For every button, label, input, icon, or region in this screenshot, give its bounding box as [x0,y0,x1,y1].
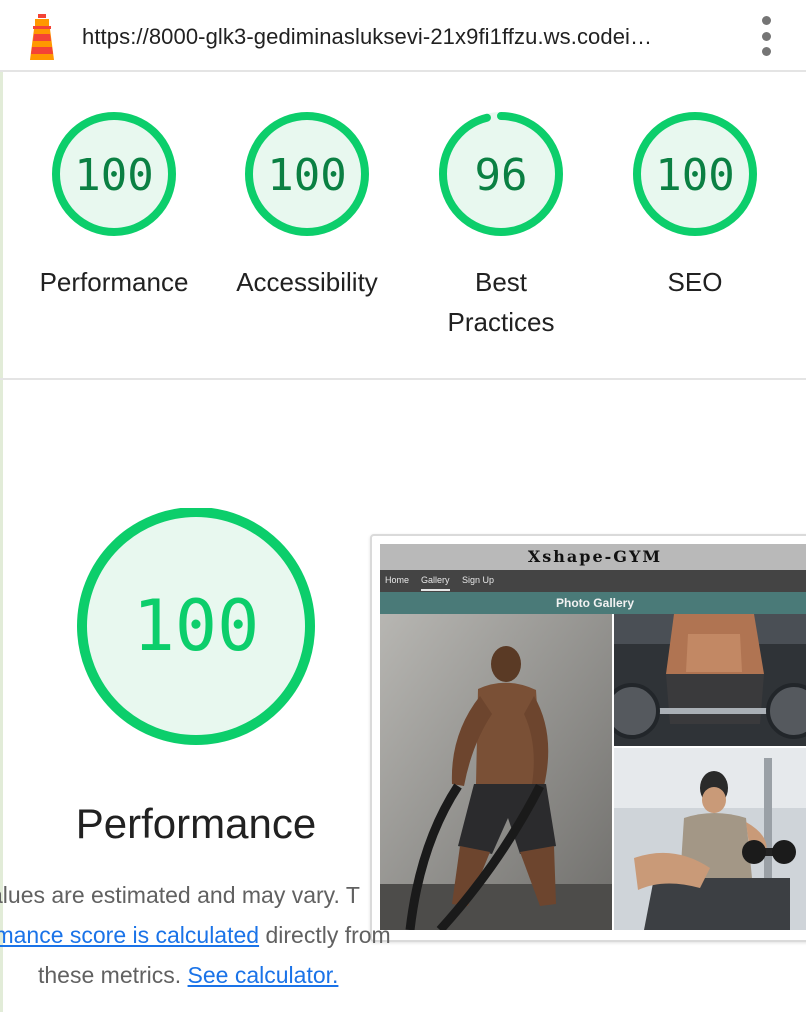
gallery-photo-barbell [614,614,806,746]
site-nav: Home Gallery Sign Up [380,570,806,592]
estimate-note-text: these metrics. [38,962,188,988]
gauge-label: SEO [667,267,723,297]
nav-sign-up: Sign Up [462,575,495,585]
screenshot-content: Xshape-GYM Home Gallery Sign Up Photo Ga… [380,544,806,930]
gauge-label: Accessibility [236,267,378,297]
performance-score-calculated-link[interactable]: ormance score is calculated [0,922,259,948]
final-screenshot-thumbnail[interactable]: Xshape-GYM Home Gallery Sign Up Photo Ga… [370,534,806,942]
gauge-score: 100 [655,150,734,201]
gauge-score: 100 [267,150,346,201]
more-options-menu-icon[interactable] [752,16,780,56]
nav-home: Home [385,575,410,585]
gauge-best-practices[interactable]: 96 Best Practices [403,108,599,342]
gauge-ring: 100 [245,112,369,236]
lighthouse-logo-icon [30,14,54,60]
nav-gallery: Gallery [421,575,450,591]
estimate-note-line: alues are estimated and may vary. T [0,882,430,909]
gauge-label: Performance [39,267,189,297]
gallery-photo-dumbbell-curl [614,748,806,930]
performance-score: 100 [133,585,259,667]
gauge-ring: 96 [439,112,563,236]
gauge-ring: 100 [52,112,176,236]
estimate-note-text: directly from [259,922,391,948]
gauge-score: 96 [475,150,528,201]
gauge-performance[interactable]: 100 Performance [16,108,212,302]
estimate-note-line: ormance score is calculated directly fro… [0,922,414,949]
report-url: https://8000-glk3-gediminasluksevi-21x9f… [82,24,653,49]
gauge-ring: 100 [633,112,757,236]
gauge-score: 100 [74,150,153,201]
site-title: Xshape-GYM [380,544,806,570]
estimate-note-text: alues are estimated and may vary. T [0,882,360,908]
section-divider [0,378,806,380]
gauge-label: Best Practices [447,267,555,337]
left-frame-edge [0,0,3,1012]
gallery-heading: Photo Gallery [380,592,806,614]
estimate-note-line: these metrics. See calculator. [38,962,478,989]
gauge-seo[interactable]: 100 SEO [597,108,793,302]
performance-gauge: 100 [77,508,315,745]
report-topbar: https://8000-glk3-gediminasluksevi-21x9f… [0,0,806,72]
see-calculator-link[interactable]: See calculator. [188,962,339,988]
performance-title: Performance [75,800,317,847]
gauge-accessibility[interactable]: 100 Accessibility [209,108,405,302]
